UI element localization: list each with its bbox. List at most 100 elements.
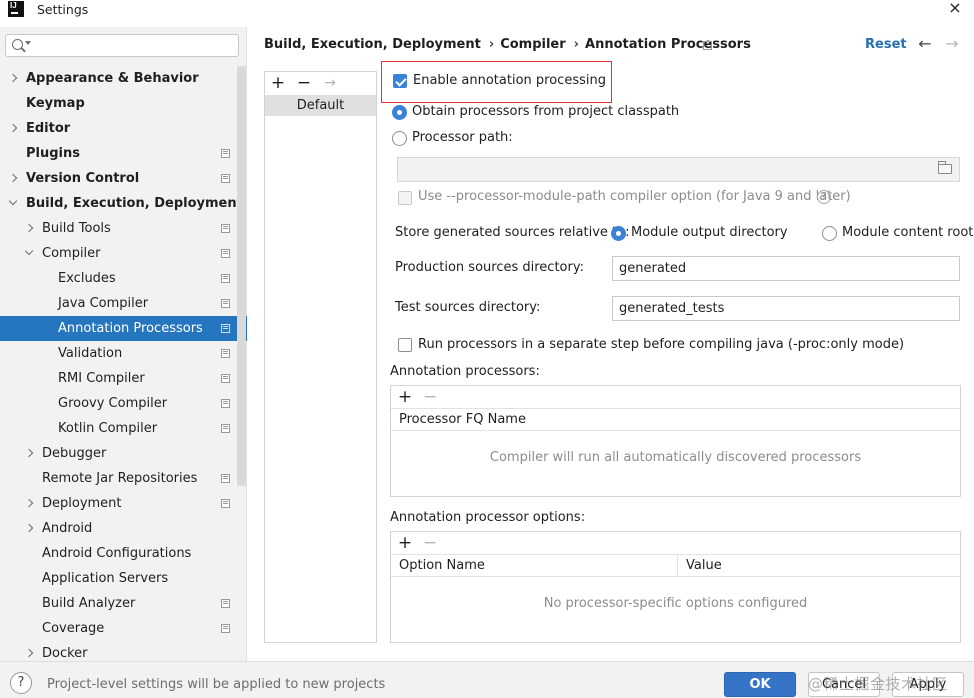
help-icon[interactable]: ? (817, 190, 831, 204)
options-toolbar: + − (391, 532, 960, 555)
sidebar-item-label: Plugins (26, 146, 80, 161)
module-output-directory-radio[interactable] (611, 226, 626, 241)
back-arrow-icon[interactable]: ← (915, 35, 935, 55)
sidebar-item[interactable]: Version Control (0, 166, 247, 191)
sidebar-item[interactable]: Editor (0, 116, 247, 141)
chevron-down-icon[interactable] (24, 246, 34, 256)
chevron-right-icon[interactable] (8, 123, 18, 133)
chevron-right-icon[interactable] (8, 73, 18, 83)
sidebar-item[interactable]: Remote Jar Repositories (0, 466, 247, 491)
sidebar-item-label: Compiler (42, 246, 101, 261)
column-option-name[interactable]: Option Name (391, 555, 678, 577)
sidebar-item[interactable]: Build Analyzer (0, 591, 247, 616)
help-button[interactable]: ? (10, 672, 32, 694)
sidebar-item[interactable]: Build Tools (0, 216, 247, 241)
remove-profile-button[interactable]: − (295, 73, 313, 93)
breadcrumb-separator: › (573, 37, 580, 52)
sidebar-item[interactable]: Deployment (0, 491, 247, 516)
processor-module-path-checkbox[interactable] (398, 191, 412, 205)
chevron-down-icon[interactable] (8, 196, 18, 206)
processors-table-header: Processor FQ Name (391, 409, 960, 431)
processor-path-radio[interactable] (392, 131, 407, 146)
separate-step-checkbox[interactable] (398, 338, 412, 352)
project-scope-icon (221, 324, 230, 333)
sidebar-item-label: Application Servers (42, 571, 169, 586)
sidebar-item[interactable]: Groovy Compiler (0, 391, 247, 416)
project-scope-icon (221, 349, 230, 358)
project-scope-icon (703, 41, 712, 50)
sidebar-item[interactable]: Build, Execution, Deployment (0, 191, 247, 216)
sidebar-item[interactable]: Validation (0, 341, 247, 366)
intellij-logo-icon: IJ (8, 1, 24, 17)
enable-annotation-processing-label: Enable annotation processing (413, 73, 606, 88)
sidebar-item[interactable]: Annotation Processors (0, 316, 247, 341)
sidebar-item-label: Validation (58, 346, 123, 361)
chevron-right-icon[interactable] (24, 223, 34, 233)
sidebar-item-label: Java Compiler (58, 296, 149, 311)
chevron-right-icon[interactable] (24, 523, 34, 533)
test-sources-field[interactable]: generated_tests (612, 296, 960, 321)
sidebar-item[interactable]: Android Configurations (0, 541, 247, 566)
chevron-right-icon[interactable] (24, 498, 34, 508)
breadcrumb-item: Compiler (500, 37, 566, 52)
column-value[interactable]: Value (678, 555, 722, 577)
sidebar-item[interactable]: Compiler (0, 241, 247, 266)
project-scope-icon (221, 249, 230, 258)
sidebar-item-label: Keymap (26, 96, 85, 111)
sidebar-item-label: Build, Execution, Deployment (26, 196, 243, 211)
options-table-header: Option Name Value (391, 555, 960, 577)
module-content-root-radio[interactable] (822, 226, 837, 241)
sidebar-item[interactable]: Plugins (0, 141, 247, 166)
remove-processor-button[interactable]: − (421, 387, 439, 407)
profile-item-default[interactable]: Default (265, 95, 376, 116)
ok-button[interactable]: OK (724, 672, 796, 697)
add-profile-button[interactable]: + (269, 73, 287, 93)
project-scope-icon (221, 599, 230, 608)
obtain-from-classpath-radio[interactable] (392, 105, 407, 120)
chevron-right-icon[interactable] (24, 448, 34, 458)
folder-icon[interactable] (938, 161, 952, 174)
watermark: @稀土掘金技术社区 (808, 675, 948, 693)
sidebar-item[interactable]: Java Compiler (0, 291, 247, 316)
sidebar-item-label: Appearance & Behavior (26, 71, 199, 86)
sidebar-item[interactable]: Excludes (0, 266, 247, 291)
sidebar-item[interactable]: Debugger (0, 441, 247, 466)
sidebar-item[interactable]: Appearance & Behavior (0, 66, 247, 91)
processor-options-title: Annotation processor options: (390, 510, 586, 525)
close-icon[interactable]: × (944, 0, 966, 18)
production-sources-label: Production sources directory: (395, 260, 584, 275)
profiles-toolbar: + − → (265, 72, 376, 95)
processor-path-label: Processor path: (412, 130, 513, 145)
project-scope-icon (221, 174, 230, 183)
add-option-button[interactable]: + (396, 533, 414, 553)
processor-module-path-label: Use --processor-module-path compiler opt… (418, 189, 851, 204)
enable-annotation-processing-checkbox[interactable] (393, 74, 407, 88)
sidebar-item-label: Build Analyzer (42, 596, 136, 611)
forward-arrow-icon[interactable]: → (942, 35, 962, 55)
window-title: Settings (37, 2, 89, 17)
store-generated-label: Store generated sources relative to: (395, 225, 630, 240)
annotation-processors-table: + − Processor FQ Name Compiler will run … (390, 385, 961, 497)
sidebar-item[interactable]: Keymap (0, 91, 247, 116)
production-sources-field[interactable]: generated (612, 256, 960, 281)
project-scope-icon (221, 149, 230, 158)
chevron-down-icon[interactable] (25, 41, 31, 45)
add-processor-button[interactable]: + (396, 387, 414, 407)
remove-option-button[interactable]: − (421, 533, 439, 553)
reset-button[interactable]: Reset (865, 37, 907, 52)
processors-empty-text: Compiler will run all automatically disc… (489, 450, 862, 465)
chevron-right-icon[interactable] (8, 173, 18, 183)
sidebar-item[interactable]: RMI Compiler (0, 366, 247, 391)
sidebar-item[interactable]: Coverage (0, 616, 247, 641)
sidebar-item-label: Android (42, 521, 93, 536)
column-processor-fq-name[interactable]: Processor FQ Name (391, 409, 526, 431)
sidebar-item-label: Kotlin Compiler (58, 421, 158, 436)
chevron-right-icon[interactable] (24, 648, 34, 658)
processor-path-field[interactable] (397, 157, 960, 182)
sidebar-scrollbar[interactable] (237, 66, 246, 486)
sidebar-item[interactable]: Application Servers (0, 566, 247, 591)
search-input[interactable] (5, 34, 239, 57)
move-profile-button[interactable]: → (321, 73, 339, 93)
sidebar-item[interactable]: Android (0, 516, 247, 541)
sidebar-item[interactable]: Kotlin Compiler (0, 416, 247, 441)
